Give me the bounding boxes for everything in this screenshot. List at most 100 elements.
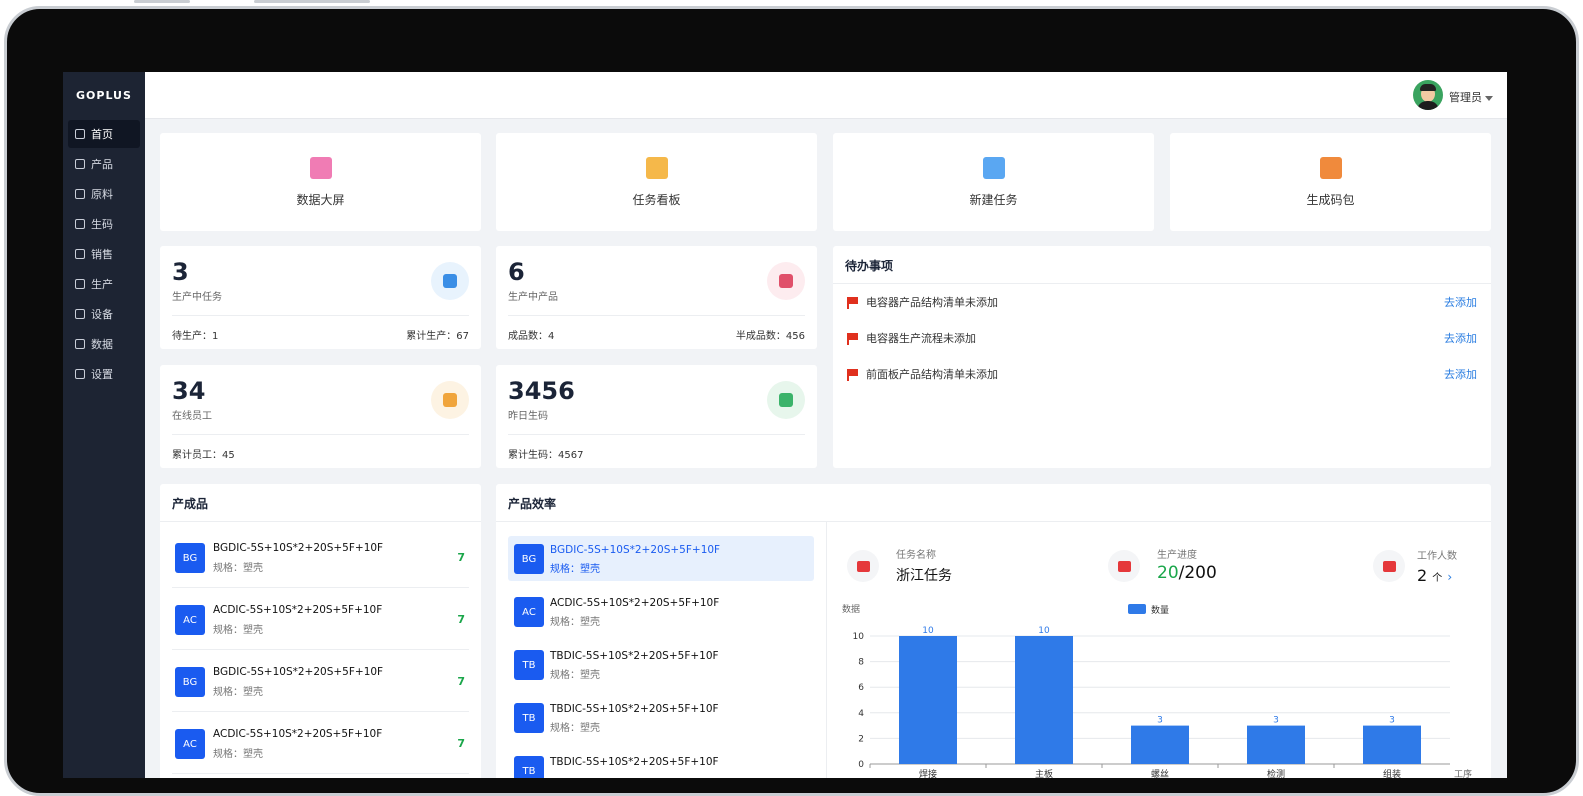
product-spec: 规格：塑壳: [213, 625, 263, 636]
stat-number: 3456: [508, 377, 575, 405]
flag-icon: [847, 296, 858, 309]
hourglass-icon: [75, 279, 85, 289]
product-name: ACDIC-5S+10S*2+20S+5F+10F: [213, 728, 383, 740]
efficiency-row[interactable]: TB TBDIC-5S+10S*2+20S+5F+10F 规格：塑壳: [508, 642, 814, 687]
bezel-notch: [134, 0, 190, 3]
legend-swatch: [1128, 604, 1146, 614]
y-tick-label: 10: [853, 632, 865, 642]
task-value: 浙江任务: [896, 568, 952, 584]
bar: [1131, 725, 1189, 764]
home-icon: [75, 129, 85, 139]
efficiency-row[interactable]: BG BGDIC-5S+10S*2+20S+5F+10F 规格：塑壳: [508, 536, 814, 581]
stat-icon: [767, 262, 805, 300]
efficiency-row[interactable]: AC ACDIC-5S+10S*2+20S+5F+10F 规格：塑壳: [508, 589, 814, 634]
product-row[interactable]: BG BGDIC-5S+10S*2+20S+5F+10F 规格：塑壳 7: [172, 652, 469, 712]
product-row[interactable]: BG BGDIC-5S+10S*2+20S+5F+10F 规格：塑壳 7: [172, 528, 469, 588]
x-tick-label: 焊接: [919, 768, 937, 778]
bar: [1015, 636, 1073, 764]
progress-icon: [1108, 550, 1140, 582]
user-menu[interactable]: 管理员: [1449, 89, 1493, 105]
todo-add-link[interactable]: 去添加: [1444, 366, 1477, 382]
y-tick-label: 6: [858, 683, 864, 693]
quick-card-0[interactable]: 数据大屏: [160, 133, 481, 231]
sidebar-item-1[interactable]: 产品: [68, 150, 140, 178]
product-badge: AC: [514, 597, 544, 627]
stat-card-3: 3456 昨日生码 累计生码：4567: [496, 365, 817, 468]
stat-icon: [767, 381, 805, 419]
quick-card-label: 任务看板: [632, 193, 681, 207]
product-spec: 规格：塑壳: [213, 563, 263, 574]
sidebar-item-label: 生产: [91, 278, 113, 291]
product-row[interactable]: AC ACDIC-5S+10S*2+20S+5F+10F 规格：塑壳 7: [172, 590, 469, 650]
sidebar-item-label: 设备: [91, 308, 113, 321]
todo-title: 待办事项: [845, 259, 894, 273]
stat-foot-right: 累计生产：67: [406, 331, 469, 342]
products-title: 产成品: [172, 497, 209, 511]
todo-item: 电容器产品结构清单未添加 去添加: [847, 292, 1477, 312]
efficiency-panel: 产品效率 BG BGDIC-5S+10S*2+20S+5F+10F 规格：塑壳 AC A…: [496, 484, 1491, 778]
sidebar-item-label: 销售: [91, 248, 113, 261]
quick-card-3[interactable]: 生成码包: [1170, 133, 1491, 231]
x-tick-label: 检测: [1267, 768, 1285, 778]
sidebar-item-7[interactable]: 数据: [68, 330, 140, 358]
workers-icon: [1373, 550, 1405, 582]
product-badge: AC: [175, 729, 205, 759]
sidebar: GOPLUS 首页 产品 原料 生码 销售 生产 设备 数据 设置: [63, 72, 145, 778]
bar-chart: 数据 数量 0 2 4 6 8 10 10 焊接 10 主板 3 螺丝 3 检测 3 组装 工序: [842, 603, 1472, 778]
quick-card-icon: [309, 157, 332, 179]
bar-value-label: 3: [1389, 716, 1395, 726]
product-row[interactable]: AC ACDIC-5S+10S*2+20S+5F+10F 规格：塑壳 7: [172, 714, 469, 774]
sidebar-item-6[interactable]: 设备: [68, 300, 140, 328]
stat-label: 生产中任务: [172, 292, 222, 303]
chart-icon: [75, 339, 85, 349]
sidebar-item-label: 首页: [91, 128, 113, 141]
y-tick-label: 0: [858, 760, 864, 770]
sidebar-item-8[interactable]: 设置: [68, 360, 140, 388]
sidebar-item-0[interactable]: 首页: [68, 120, 140, 148]
todo-item: 前面板产品结构清单未添加 去添加: [847, 364, 1477, 384]
legend-label: 数量: [1151, 604, 1169, 616]
product-badge: TB: [514, 650, 544, 680]
product-count: 7: [457, 675, 465, 688]
task-icon: [847, 550, 879, 582]
progress-value: 20/200: [1157, 563, 1217, 583]
sidebar-item-3[interactable]: 生码: [68, 210, 140, 238]
stat-card-1: 6 生产中产品 成品数：4 半成品数：456: [496, 246, 817, 349]
stat-number: 34: [172, 377, 206, 405]
todo-add-link[interactable]: 去添加: [1444, 330, 1477, 346]
sidebar-item-4[interactable]: 销售: [68, 240, 140, 268]
chevron-right-icon[interactable]: ›: [1447, 570, 1452, 584]
bar: [899, 636, 957, 764]
quick-card-2[interactable]: 新建任务: [833, 133, 1154, 231]
todo-text: 电容器生产流程未添加: [866, 332, 976, 345]
product-name: TBDIC-5S+10S*2+20S+5F+10F: [550, 756, 719, 768]
quick-card-1[interactable]: 任务看板: [496, 133, 817, 231]
sidebar-item-label: 产品: [91, 158, 113, 171]
todo-add-link[interactable]: 去添加: [1444, 294, 1477, 310]
sidebar-item-label: 数据: [91, 338, 113, 351]
product-spec: 规格：塑壳: [550, 670, 600, 681]
product-badge: BG: [175, 667, 205, 697]
product-count: 7: [457, 613, 465, 626]
stat-icon: [431, 262, 469, 300]
product-badge: AC: [175, 605, 205, 635]
efficiency-row[interactable]: TB TBDIC-5S+10S*2+20S+5F+10F 规格：塑壳: [508, 695, 814, 740]
sidebar-item-5[interactable]: 生产: [68, 270, 140, 298]
sidebar-item-label: 原料: [91, 188, 113, 201]
product-spec: 规格：塑壳: [550, 564, 600, 575]
avatar[interactable]: [1413, 80, 1443, 110]
bar: [1247, 725, 1305, 764]
material-icon: [75, 189, 85, 199]
quick-card-label: 新建任务: [969, 193, 1018, 207]
sidebar-item-2[interactable]: 原料: [68, 180, 140, 208]
product-spec: 规格：塑壳: [550, 723, 600, 734]
product-badge: TB: [514, 703, 544, 733]
product-spec: 规格：塑壳: [213, 687, 263, 698]
y-tick-label: 8: [858, 658, 864, 668]
user-name: 管理员: [1449, 91, 1482, 104]
efficiency-row[interactable]: TB TBDIC-5S+10S*2+20S+5F+10F: [508, 748, 814, 778]
efficiency-title: 产品效率: [508, 497, 557, 511]
settings-icon: [75, 369, 85, 379]
chevron-down-icon: [1485, 95, 1493, 101]
stat-foot-left: 待生产：1: [172, 331, 219, 342]
